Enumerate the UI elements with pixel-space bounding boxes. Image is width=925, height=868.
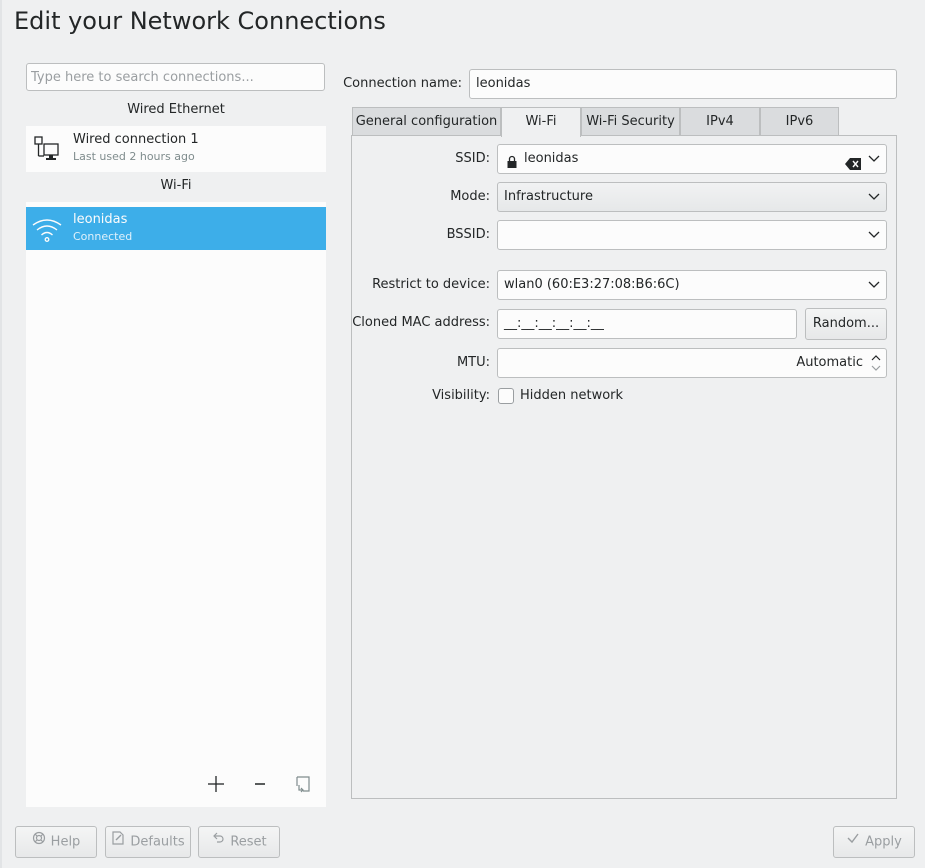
- wired-network-icon: [32, 134, 62, 164]
- mode-select[interactable]: Infrastructure: [497, 182, 887, 212]
- wifi-icon: [32, 214, 62, 244]
- connection-name: leonidas: [73, 212, 128, 227]
- random-mac-button[interactable]: Random...: [805, 308, 887, 340]
- page-title: Edit your Network Connections: [14, 7, 386, 35]
- help-label: Help: [50, 834, 81, 850]
- help-icon: [32, 827, 46, 857]
- restrict-device-label: Restrict to device:: [372, 277, 490, 292]
- connection-status: Last used 2 hours ago: [73, 150, 195, 163]
- reset-label: Reset: [230, 834, 267, 850]
- defaults-label: Defaults: [130, 834, 185, 850]
- apply-button[interactable]: Apply: [833, 826, 915, 858]
- defaults-button[interactable]: Defaults: [105, 826, 191, 858]
- remove-icon[interactable]: [248, 770, 272, 798]
- check-icon: [846, 827, 860, 857]
- restrict-device-value: wlan0 (60:E3:27:08:B6:6C): [504, 277, 680, 292]
- ssid-combo[interactable]: leonidas: [497, 144, 887, 174]
- lock-icon: [506, 152, 518, 179]
- defaults-icon: [111, 827, 125, 857]
- mode-label: Mode:: [450, 189, 490, 204]
- apply-label: Apply: [865, 834, 902, 850]
- import-icon[interactable]: [291, 770, 315, 798]
- section-header-wired: Wired Ethernet: [26, 96, 326, 126]
- reset-button[interactable]: Reset: [198, 826, 280, 858]
- mtu-label: MTU:: [456, 355, 490, 370]
- undo-icon: [211, 827, 225, 857]
- bssid-combo[interactable]: [497, 220, 887, 250]
- cloned-mac-field[interactable]: __:__:__:__:__:__: [497, 309, 797, 339]
- hidden-network-checkbox[interactable]: [498, 388, 514, 404]
- mtu-spinbox[interactable]: Automatic: [497, 348, 887, 378]
- spin-arrows-icon[interactable]: [870, 352, 882, 374]
- bssid-label: BSSID:: [446, 227, 490, 242]
- connection-item-wifi[interactable]: leonidas Connected: [26, 207, 326, 250]
- connection-item-wired[interactable]: Wired connection 1 Last used 2 hours ago: [26, 127, 326, 170]
- section-header-wifi: Wi-Fi: [26, 172, 326, 202]
- tab-ipv4[interactable]: IPv4: [680, 107, 760, 136]
- visibility-label: Visibility:: [432, 388, 490, 403]
- ssid-label: SSID:: [455, 151, 490, 166]
- connection-name-label: Connection name:: [343, 76, 462, 91]
- help-button[interactable]: Help: [15, 826, 97, 858]
- list-toolbar: [26, 770, 326, 800]
- tab-wifi[interactable]: Wi-Fi: [501, 107, 581, 137]
- restrict-device-combo[interactable]: wlan0 (60:E3:27:08:B6:6C): [497, 270, 887, 300]
- chevron-down-icon: [868, 183, 880, 210]
- mtu-value: Automatic: [796, 355, 863, 370]
- add-icon[interactable]: [204, 770, 228, 798]
- chevron-down-icon[interactable]: [868, 221, 880, 248]
- ssid-value: leonidas: [524, 151, 579, 166]
- tab-ipv6[interactable]: IPv6: [760, 107, 839, 136]
- connection-list: Wired Ethernet Wired connection 1 Last u…: [26, 96, 326, 807]
- clear-icon[interactable]: [845, 153, 861, 180]
- chevron-down-icon[interactable]: [868, 271, 880, 298]
- connection-status: Connected: [73, 230, 133, 243]
- mode-value: Infrastructure: [504, 189, 593, 204]
- tab-general-configuration[interactable]: General configuration: [352, 107, 501, 136]
- connection-name-field[interactable]: leonidas: [469, 69, 897, 99]
- search-input[interactable]: [26, 63, 325, 91]
- hidden-network-label[interactable]: Hidden network: [520, 386, 623, 406]
- chevron-down-icon[interactable]: [868, 145, 880, 172]
- tab-wifi-security[interactable]: Wi-Fi Security: [581, 107, 680, 136]
- connection-name: Wired connection 1: [73, 132, 199, 147]
- cloned-mac-label: Cloned MAC address:: [352, 315, 490, 330]
- window-edge: [0, 0, 2, 868]
